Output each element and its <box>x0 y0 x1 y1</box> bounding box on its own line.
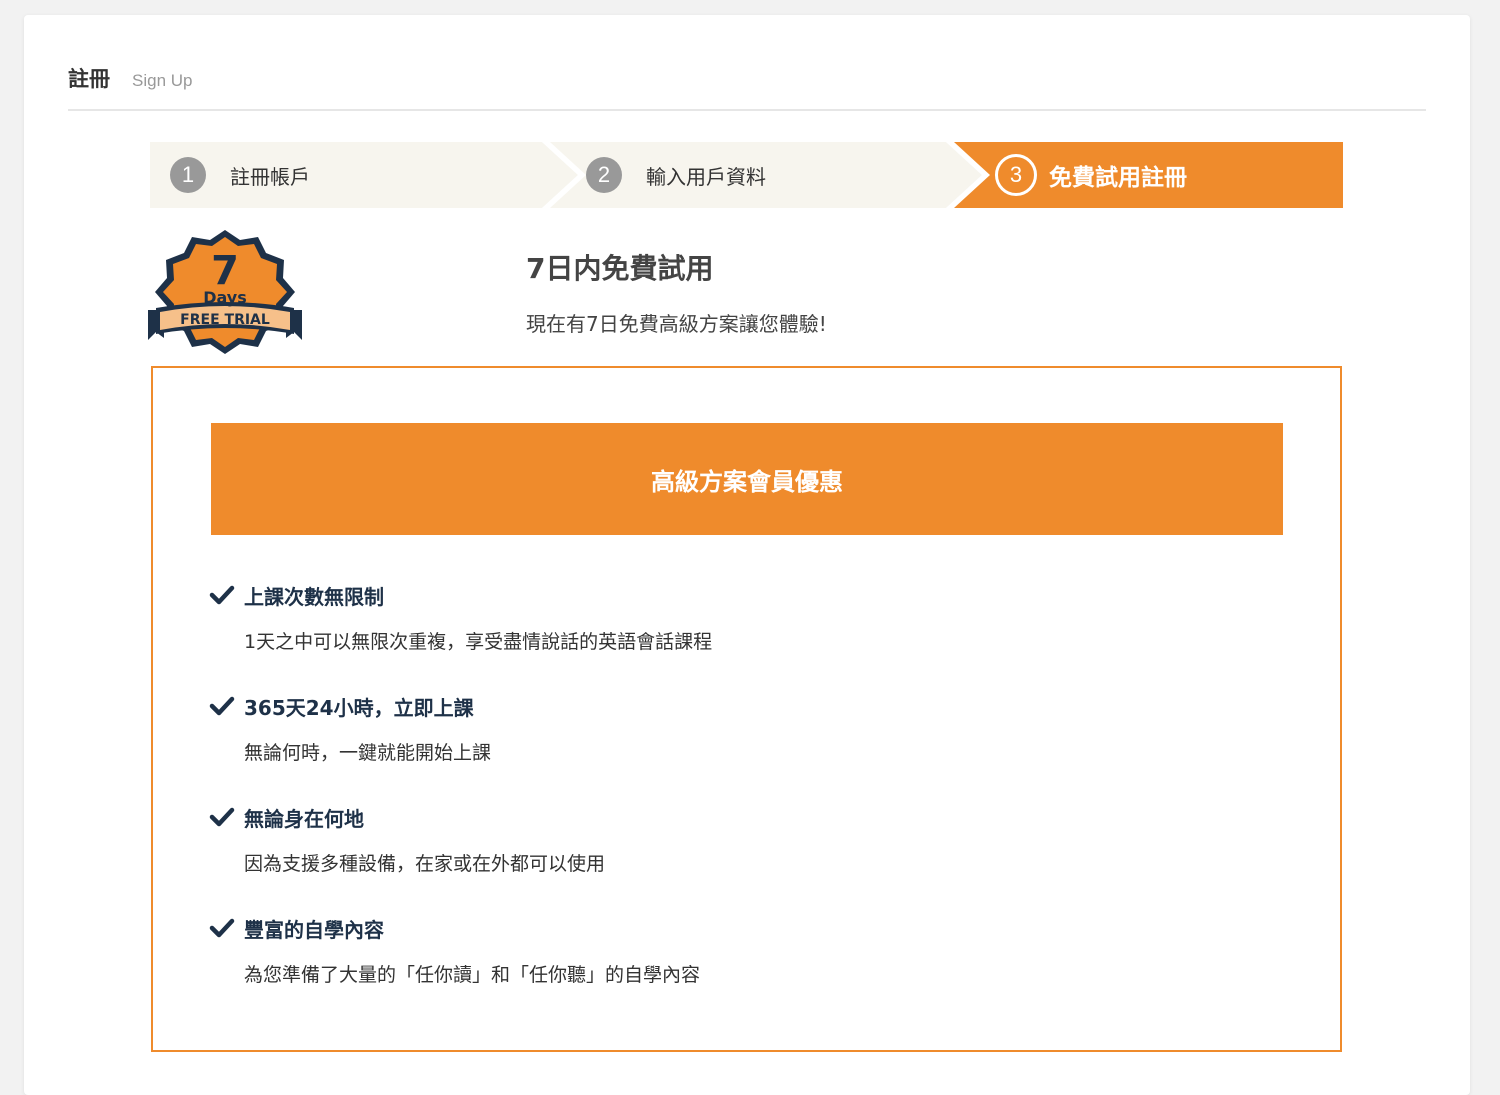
step-1-label: 註冊帳戶 <box>230 164 310 189</box>
benefit-item: 豐富的自學內容 為您準備了大量的「任你讀」和「任你聽」的自學內容 <box>209 913 1209 987</box>
page-header: 註冊 Sign Up <box>68 63 1426 111</box>
benefit-title: 豐富的自學內容 <box>244 917 384 942</box>
check-icon <box>209 807 235 827</box>
step-2-number: 2 <box>586 157 622 193</box>
benefit-item: 365天24小時，立即上課 無論何時，一鍵就能開始上課 <box>209 691 1209 765</box>
signup-card: 註冊 Sign Up 1 註冊帳戶 2 輸入用戶資料 3 免費試用註冊 7 Da… <box>24 15 1470 1095</box>
benefit-desc: 無論何時，一鍵就能開始上課 <box>244 742 492 764</box>
check-icon <box>209 696 235 716</box>
page-title: 註冊 <box>68 67 110 91</box>
benefit-title: 365天24小時，立即上課 <box>244 695 474 720</box>
step-3: 3 免費試用註冊 <box>995 142 1187 208</box>
benefits-header: 高級方案會員優惠 <box>211 423 1283 535</box>
check-icon <box>209 585 235 605</box>
benefits-box: 高級方案會員優惠 上課次數無限制 1天之中可以無限次重複，享受盡情說話的英語會話… <box>151 366 1342 1052</box>
intro-text: 現在有7日免費高級方案讓您體驗! <box>526 312 827 336</box>
step-3-label: 免費試用註冊 <box>1049 165 1187 191</box>
benefit-title: 上課次數無限制 <box>244 584 384 609</box>
free-trial-badge-icon: 7 Days FREE TRIAL <box>148 230 302 354</box>
badge-word: Days <box>203 288 247 307</box>
benefit-desc: 因為支援多種設備，在家或在外都可以使用 <box>244 853 606 875</box>
page-subtitle: Sign Up <box>132 71 193 90</box>
step-3-number: 3 <box>995 154 1037 196</box>
step-progress: 1 註冊帳戶 2 輸入用戶資料 3 免費試用註冊 <box>150 142 1343 208</box>
benefit-item: 無論身在何地 因為支援多種設備，在家或在外都可以使用 <box>209 802 1209 876</box>
intro-title: 7日内免費試用 <box>526 252 714 285</box>
step-2: 2 輸入用戶資料 <box>586 142 766 208</box>
step-2-label: 輸入用戶資料 <box>646 164 766 189</box>
benefit-desc: 為您準備了大量的「任你讀」和「任你聽」的自學內容 <box>244 964 701 986</box>
benefit-desc: 1天之中可以無限次重複，享受盡情說話的英語會話課程 <box>244 631 713 653</box>
badge-ribbon-text: FREE TRIAL <box>180 312 270 328</box>
step-1-number: 1 <box>170 157 206 193</box>
benefit-title: 無論身在何地 <box>244 806 364 831</box>
benefit-item: 上課次數無限制 1天之中可以無限次重複，享受盡情說話的英語會話課程 <box>209 580 1209 654</box>
step-1: 1 註冊帳戶 <box>170 142 310 208</box>
check-icon <box>209 918 235 938</box>
